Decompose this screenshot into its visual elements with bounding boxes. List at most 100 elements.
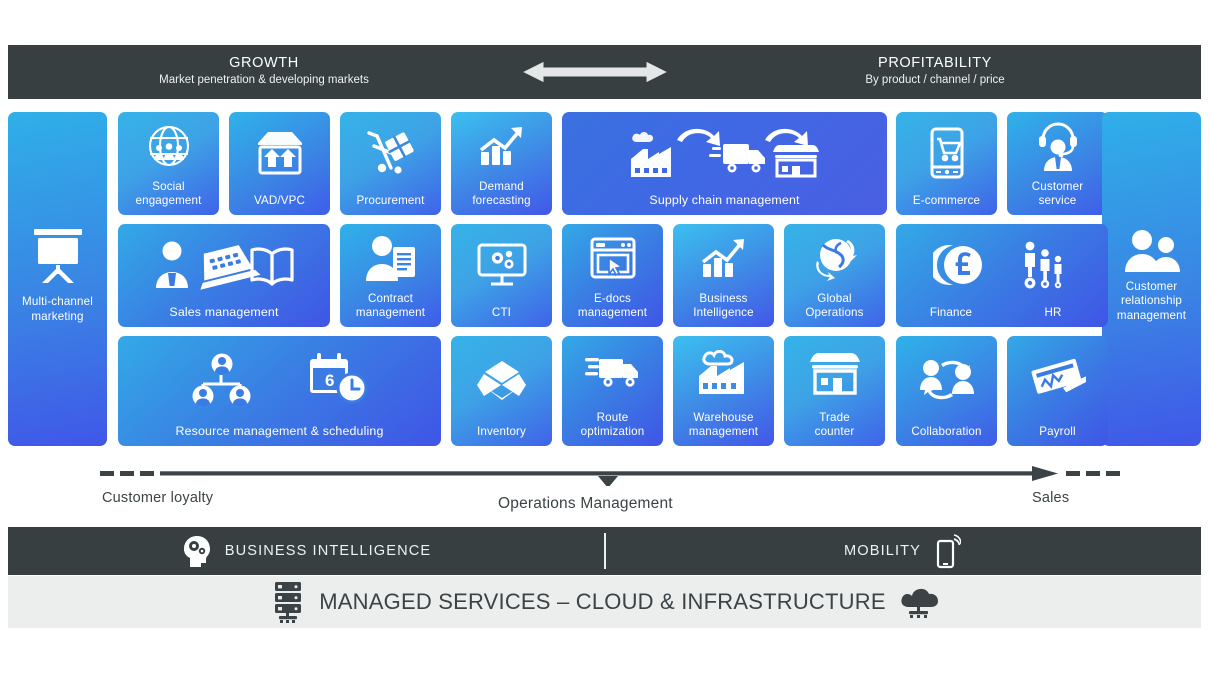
tile-label: Route optimization [580, 410, 645, 438]
flow-label-customer-loyalty: Customer loyalty [102, 490, 214, 506]
bar-chart-trend-up-icon [451, 112, 552, 180]
open-box-arrows-up-icon [229, 112, 330, 194]
people-gears-icon [1024, 241, 1062, 289]
header-profitability-section: PROFITABILITY By product / channel / pri… [670, 54, 1200, 89]
tile-label: Collaboration [911, 424, 982, 438]
head-gears-icon [183, 536, 210, 567]
tile-social-engagement[interactable]: Social engagement [118, 112, 219, 215]
smartphone-shopping-cart-icon [896, 112, 997, 194]
globe-arrows-icon [784, 224, 885, 292]
tile-resource-management-scheduling[interactable]: 6 Resource management & scheduling [118, 336, 441, 446]
open-carton-icon [451, 336, 552, 425]
cheque-pen-icon [1007, 336, 1108, 425]
tile-cti[interactable]: CTI [451, 224, 552, 327]
tile-demand-forecasting[interactable]: Demand forecasting [451, 112, 552, 215]
double-headed-horizontal-arrow-icon [522, 60, 668, 84]
tile-label: Multi-channel marketing [22, 295, 93, 323]
growth-subtitle: Market penetration & developing markets [159, 74, 369, 87]
hand-truck-parcel-icon [340, 112, 441, 194]
salesperson-laptop-book-icon [118, 224, 330, 305]
tile-label: Supply chain management [649, 192, 800, 207]
tile-business-intelligence[interactable]: Business Intelligence [673, 224, 774, 327]
pound-coins-icon [933, 244, 982, 285]
footer-divider [604, 533, 606, 569]
cloud-network-icon [901, 588, 938, 618]
tile-label: CTI [491, 305, 512, 319]
header-arrow-cell [520, 59, 670, 85]
org-chart-icon [192, 353, 250, 407]
browser-window-cursor-icon [562, 224, 663, 292]
tile-collaboration[interactable]: Collaboration [896, 336, 997, 446]
tile-multi-channel-marketing[interactable]: Multi-channel marketing [8, 112, 107, 446]
tile-contract-management[interactable]: Contract management [340, 224, 441, 327]
managed-services-bar[interactable]: MANAGED SERVICES – CLOUD & INFRASTRUCTUR… [8, 576, 1201, 628]
flow-label-operations-management: Operations Management [498, 495, 673, 512]
tile-inventory[interactable]: Inventory [451, 336, 552, 446]
tile-label-hr: HR [1044, 305, 1062, 319]
factory-truck-store-flow-icon [562, 112, 887, 193]
globe-people-icon [118, 112, 219, 180]
capability-map-page: GROWTH Market penetration & developing m… [0, 0, 1209, 680]
person-document-icon [340, 224, 441, 292]
footer-mobility-label: MOBILITY [844, 543, 921, 559]
tile-label: Procurement [356, 193, 425, 207]
tile-label: Customer relationship management [1116, 280, 1187, 322]
tile-global-operations[interactable]: Global Operations [784, 224, 885, 327]
footer-business-intelligence[interactable]: BUSINESS INTELLIGENCE [8, 535, 604, 567]
tile-customer-relationship-management[interactable]: Customer relationship management [1102, 112, 1201, 446]
tile-route-optimization[interactable]: Route optimization [562, 336, 663, 446]
tile-finance-hr-group[interactable]: Finance HR [896, 224, 1108, 327]
tile-label: Customer service [1031, 179, 1084, 207]
fast-delivery-truck-icon [562, 336, 663, 411]
svg-text:6: 6 [325, 371, 334, 390]
managed-services-label: MANAGED SERVICES – CLOUD & INFRASTRUCTUR… [319, 589, 886, 614]
growth-title: GROWTH [229, 55, 299, 72]
tile-payroll[interactable]: Payroll [1007, 336, 1108, 446]
tile-label: Payroll [1039, 424, 1076, 438]
tile-label: Warehouse management [688, 410, 759, 438]
long-right-arrow-icon [100, 466, 1120, 486]
shop-awning-icon [784, 336, 885, 411]
tile-supply-chain-management[interactable]: Supply chain management [562, 112, 887, 215]
tile-label: Business Intelligence [693, 291, 754, 319]
tile-label: Sales management [169, 304, 279, 319]
finance-hr-icon-row [896, 224, 1108, 306]
tile-label: Social engagement [135, 179, 202, 207]
tile-label: E-commerce [912, 193, 981, 207]
profitability-title: PROFITABILITY [878, 55, 992, 72]
tile-label: Resource management & scheduling [175, 423, 384, 438]
tile-e-commerce[interactable]: E-commerce [896, 112, 997, 215]
headset-agent-icon [1007, 112, 1108, 180]
tile-label: Inventory [476, 424, 527, 438]
tile-customer-service[interactable]: Customer service [1007, 112, 1108, 215]
server-rack-network-icon [275, 582, 302, 623]
tile-label: Contract management [355, 291, 426, 319]
header-growth-section: GROWTH Market penetration & developing m… [8, 54, 520, 89]
tile-procurement[interactable]: Procurement [340, 112, 441, 215]
tile-label: Trade counter [814, 410, 855, 438]
tile-vad-vpc[interactable]: VAD/VPC [229, 112, 330, 215]
tile-sales-management[interactable]: Sales management [118, 224, 330, 327]
profitability-subtitle: By product / channel / price [865, 74, 1005, 87]
tile-label: Demand forecasting [472, 179, 531, 207]
tile-label: Global Operations [805, 291, 864, 319]
bar-chart-trend-up-icon [673, 224, 774, 292]
monitor-gears-icon [451, 224, 552, 306]
flow-strip: Customer loyalty Operations Management S… [0, 452, 1209, 520]
presentation-board-icon [8, 227, 107, 285]
footer-mobility[interactable]: MOBILITY [604, 533, 1201, 569]
calendar-clock-icon: 6 [309, 352, 367, 404]
tile-label-finance: Finance [929, 305, 973, 319]
tile-label: VAD/VPC [253, 193, 306, 207]
finance-hr-label-row: Finance HR [896, 306, 1108, 320]
footer-bi-label: BUSINESS INTELLIGENCE [224, 543, 432, 559]
two-people-cycle-arrows-icon [896, 336, 997, 425]
resource-scheduling-icon-row: 6 [118, 336, 441, 424]
tile-label: E-docs management [577, 291, 648, 319]
capability-tile-grid: Multi-channel marketing Social engagemen… [8, 112, 1201, 446]
tile-warehouse-management[interactable]: Warehouse management [673, 336, 774, 446]
factory-cloud-icon [673, 336, 774, 411]
tile-trade-counter[interactable]: Trade counter [784, 336, 885, 446]
smartphone-signal-icon [936, 534, 961, 569]
tile-edocs-management[interactable]: E-docs management [562, 224, 663, 327]
